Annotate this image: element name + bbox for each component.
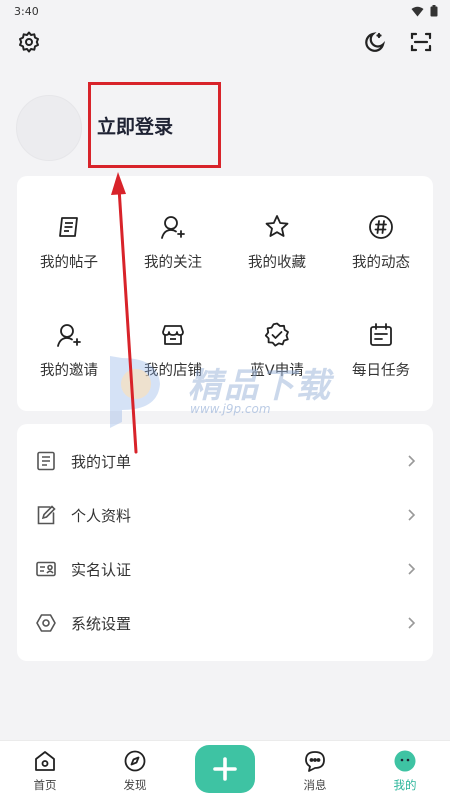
nav-label: 首页 bbox=[33, 777, 57, 792]
list-label: 实名认证 bbox=[71, 560, 132, 579]
post-icon bbox=[59, 216, 78, 237]
invite-user-icon bbox=[57, 324, 81, 348]
grid-label: 我的关注 bbox=[144, 254, 202, 271]
bottom-nav: 首页 发现 消息 我的 bbox=[0, 740, 450, 800]
scan-button[interactable] bbox=[408, 29, 434, 55]
nav-label: 我的 bbox=[393, 777, 417, 792]
verified-badge-icon bbox=[264, 322, 289, 347]
grid-item-store[interactable]: 我的店铺 bbox=[121, 297, 225, 406]
status-bar: 3:40 bbox=[0, 0, 450, 22]
top-bar bbox=[0, 24, 450, 60]
me-face-icon bbox=[394, 750, 416, 771]
chevron-right-icon bbox=[408, 617, 416, 629]
chevron-right-icon bbox=[408, 509, 416, 521]
list-item-realname[interactable]: 实名认证 bbox=[17, 542, 433, 596]
moon-icon bbox=[365, 32, 386, 52]
login-button[interactable]: 立即登录 bbox=[97, 112, 173, 139]
nav-label: 发现 bbox=[123, 777, 147, 792]
scan-icon bbox=[410, 32, 432, 52]
nav-discover[interactable]: 发现 bbox=[105, 749, 165, 793]
calendar-task-icon bbox=[370, 323, 392, 347]
compass-icon bbox=[124, 750, 146, 771]
gear-icon bbox=[19, 31, 39, 53]
status-icons bbox=[411, 5, 438, 17]
grid-item-verify[interactable]: 蓝V申请 bbox=[225, 297, 329, 406]
login-annotation-box: 立即登录 bbox=[88, 82, 221, 168]
store-icon bbox=[162, 325, 184, 346]
list-item-orders[interactable]: 我的订单 bbox=[17, 434, 433, 488]
night-mode-button[interactable] bbox=[362, 29, 388, 55]
edit-profile-icon bbox=[37, 505, 56, 525]
grid-item-invites[interactable]: 我的邀请 bbox=[17, 297, 121, 406]
grid-label: 我的邀请 bbox=[40, 363, 98, 380]
wifi-icon bbox=[411, 6, 424, 16]
grid-label: 我的动态 bbox=[352, 254, 410, 271]
list-item-system-settings[interactable]: 系统设置 bbox=[17, 596, 433, 650]
order-list-icon bbox=[37, 451, 55, 471]
star-icon bbox=[265, 214, 289, 237]
plus-icon bbox=[213, 756, 237, 781]
top-right-actions bbox=[362, 29, 434, 55]
publish-button[interactable] bbox=[195, 744, 255, 793]
nav-messages[interactable]: 消息 bbox=[285, 749, 345, 793]
profile-section bbox=[16, 88, 434, 168]
chat-bubble-icon bbox=[305, 750, 325, 772]
feature-grid: 我的帖子 我的关注 我的收藏 我的动态 我的邀请 我的店铺 蓝V申请 每日任务 bbox=[17, 176, 433, 411]
chevron-right-icon bbox=[408, 455, 416, 467]
avatar[interactable] bbox=[16, 95, 82, 161]
list-label: 系统设置 bbox=[71, 614, 132, 633]
follow-user-icon bbox=[161, 215, 185, 239]
settings-list: 我的订单 个人资料 实名认证 系统设置 bbox=[17, 424, 433, 661]
grid-label: 我的帖子 bbox=[40, 254, 98, 271]
nav-home[interactable]: 首页 bbox=[15, 749, 75, 793]
grid-label: 我的收藏 bbox=[248, 254, 306, 271]
nav-publish[interactable] bbox=[195, 744, 255, 793]
nav-label: 消息 bbox=[303, 777, 327, 792]
grid-item-posts[interactable]: 我的帖子 bbox=[17, 188, 121, 297]
home-icon bbox=[35, 750, 55, 771]
list-item-profile[interactable]: 个人资料 bbox=[17, 488, 433, 542]
grid-label: 每日任务 bbox=[352, 363, 410, 380]
nav-me[interactable]: 我的 bbox=[375, 749, 435, 793]
grid-item-following[interactable]: 我的关注 bbox=[121, 188, 225, 297]
settings-button[interactable] bbox=[16, 29, 42, 55]
status-time: 3:40 bbox=[14, 4, 39, 18]
list-label: 我的订单 bbox=[71, 452, 132, 471]
grid-item-activity[interactable]: 我的动态 bbox=[329, 188, 433, 297]
grid-item-favorites[interactable]: 我的收藏 bbox=[225, 188, 329, 297]
grid-label: 我的店铺 bbox=[144, 363, 202, 380]
settings-hex-icon bbox=[36, 614, 56, 632]
hashtag-icon bbox=[369, 214, 393, 239]
id-card-icon bbox=[36, 561, 56, 577]
grid-label: 蓝V申请 bbox=[250, 363, 304, 380]
battery-icon bbox=[430, 5, 438, 17]
chevron-right-icon bbox=[408, 563, 416, 575]
grid-item-daily-task[interactable]: 每日任务 bbox=[329, 297, 433, 406]
list-label: 个人资料 bbox=[71, 506, 132, 525]
